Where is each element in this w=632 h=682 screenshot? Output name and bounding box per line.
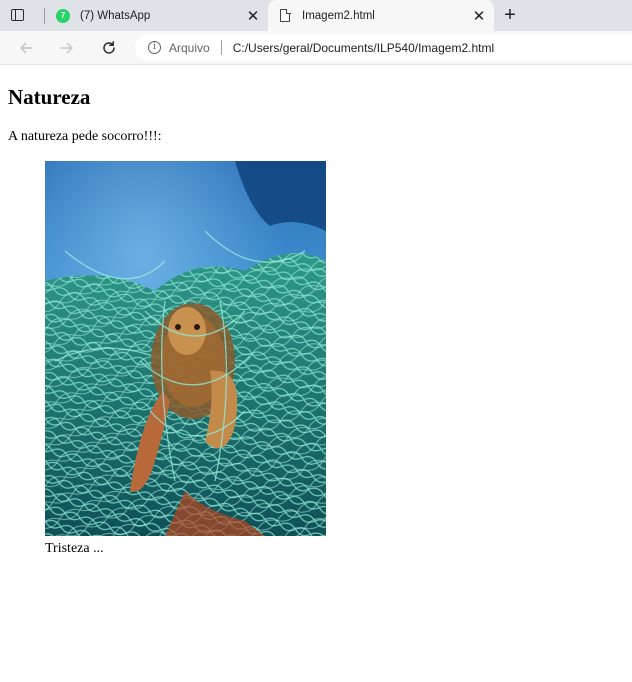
page-heading: Natureza	[8, 85, 91, 109]
figure: Tristeza ...	[45, 161, 326, 558]
back-button[interactable]	[13, 35, 39, 61]
tab-separator	[44, 8, 45, 24]
file-icon	[280, 8, 291, 22]
close-tab-button[interactable]: ✕	[470, 7, 488, 25]
figure-caption: Tristeza ...	[45, 541, 104, 556]
address-bar[interactable]: i Arquivo C:/Users/geral/Documents/ILP54…	[135, 34, 632, 61]
whatsapp-icon: 7	[56, 8, 70, 23]
turtle-photo	[45, 161, 326, 536]
page-paragraph: A natureza pede socorro!!!:	[8, 129, 162, 144]
info-icon[interactable]: i	[148, 41, 161, 54]
site-info-label[interactable]: Arquivo	[169, 41, 210, 55]
page-content: Natureza A natureza pede socorro!!!: Tri…	[0, 66, 632, 682]
tab-strip: 7 (7) WhatsApp ✕ Imagem2.html ✕ +	[0, 0, 632, 31]
tab-imagem2[interactable]: Imagem2.html ✕	[268, 0, 494, 31]
tab-actions-button[interactable]	[6, 5, 28, 25]
url-text[interactable]: C:/Users/geral/Documents/ILP540/Imagem2.…	[233, 41, 494, 55]
close-tab-button[interactable]: ✕	[244, 7, 262, 25]
arrow-left-icon	[20, 42, 33, 54]
whatsapp-badge: 7	[60, 10, 66, 20]
arrow-right-icon	[60, 42, 73, 54]
tab-title: (7) WhatsApp	[80, 9, 151, 22]
reload-button[interactable]	[96, 35, 122, 61]
tab-whatsapp[interactable]: 7 (7) WhatsApp ✕	[48, 0, 268, 31]
reload-icon	[103, 41, 115, 54]
omnibox-separator	[220, 40, 222, 55]
tab-title: Imagem2.html	[302, 9, 375, 22]
new-tab-button[interactable]: +	[498, 4, 522, 26]
tab-actions-icon	[10, 9, 24, 21]
browser-toolbar: i Arquivo C:/Users/geral/Documents/ILP54…	[0, 31, 632, 65]
forward-button[interactable]	[54, 35, 80, 61]
